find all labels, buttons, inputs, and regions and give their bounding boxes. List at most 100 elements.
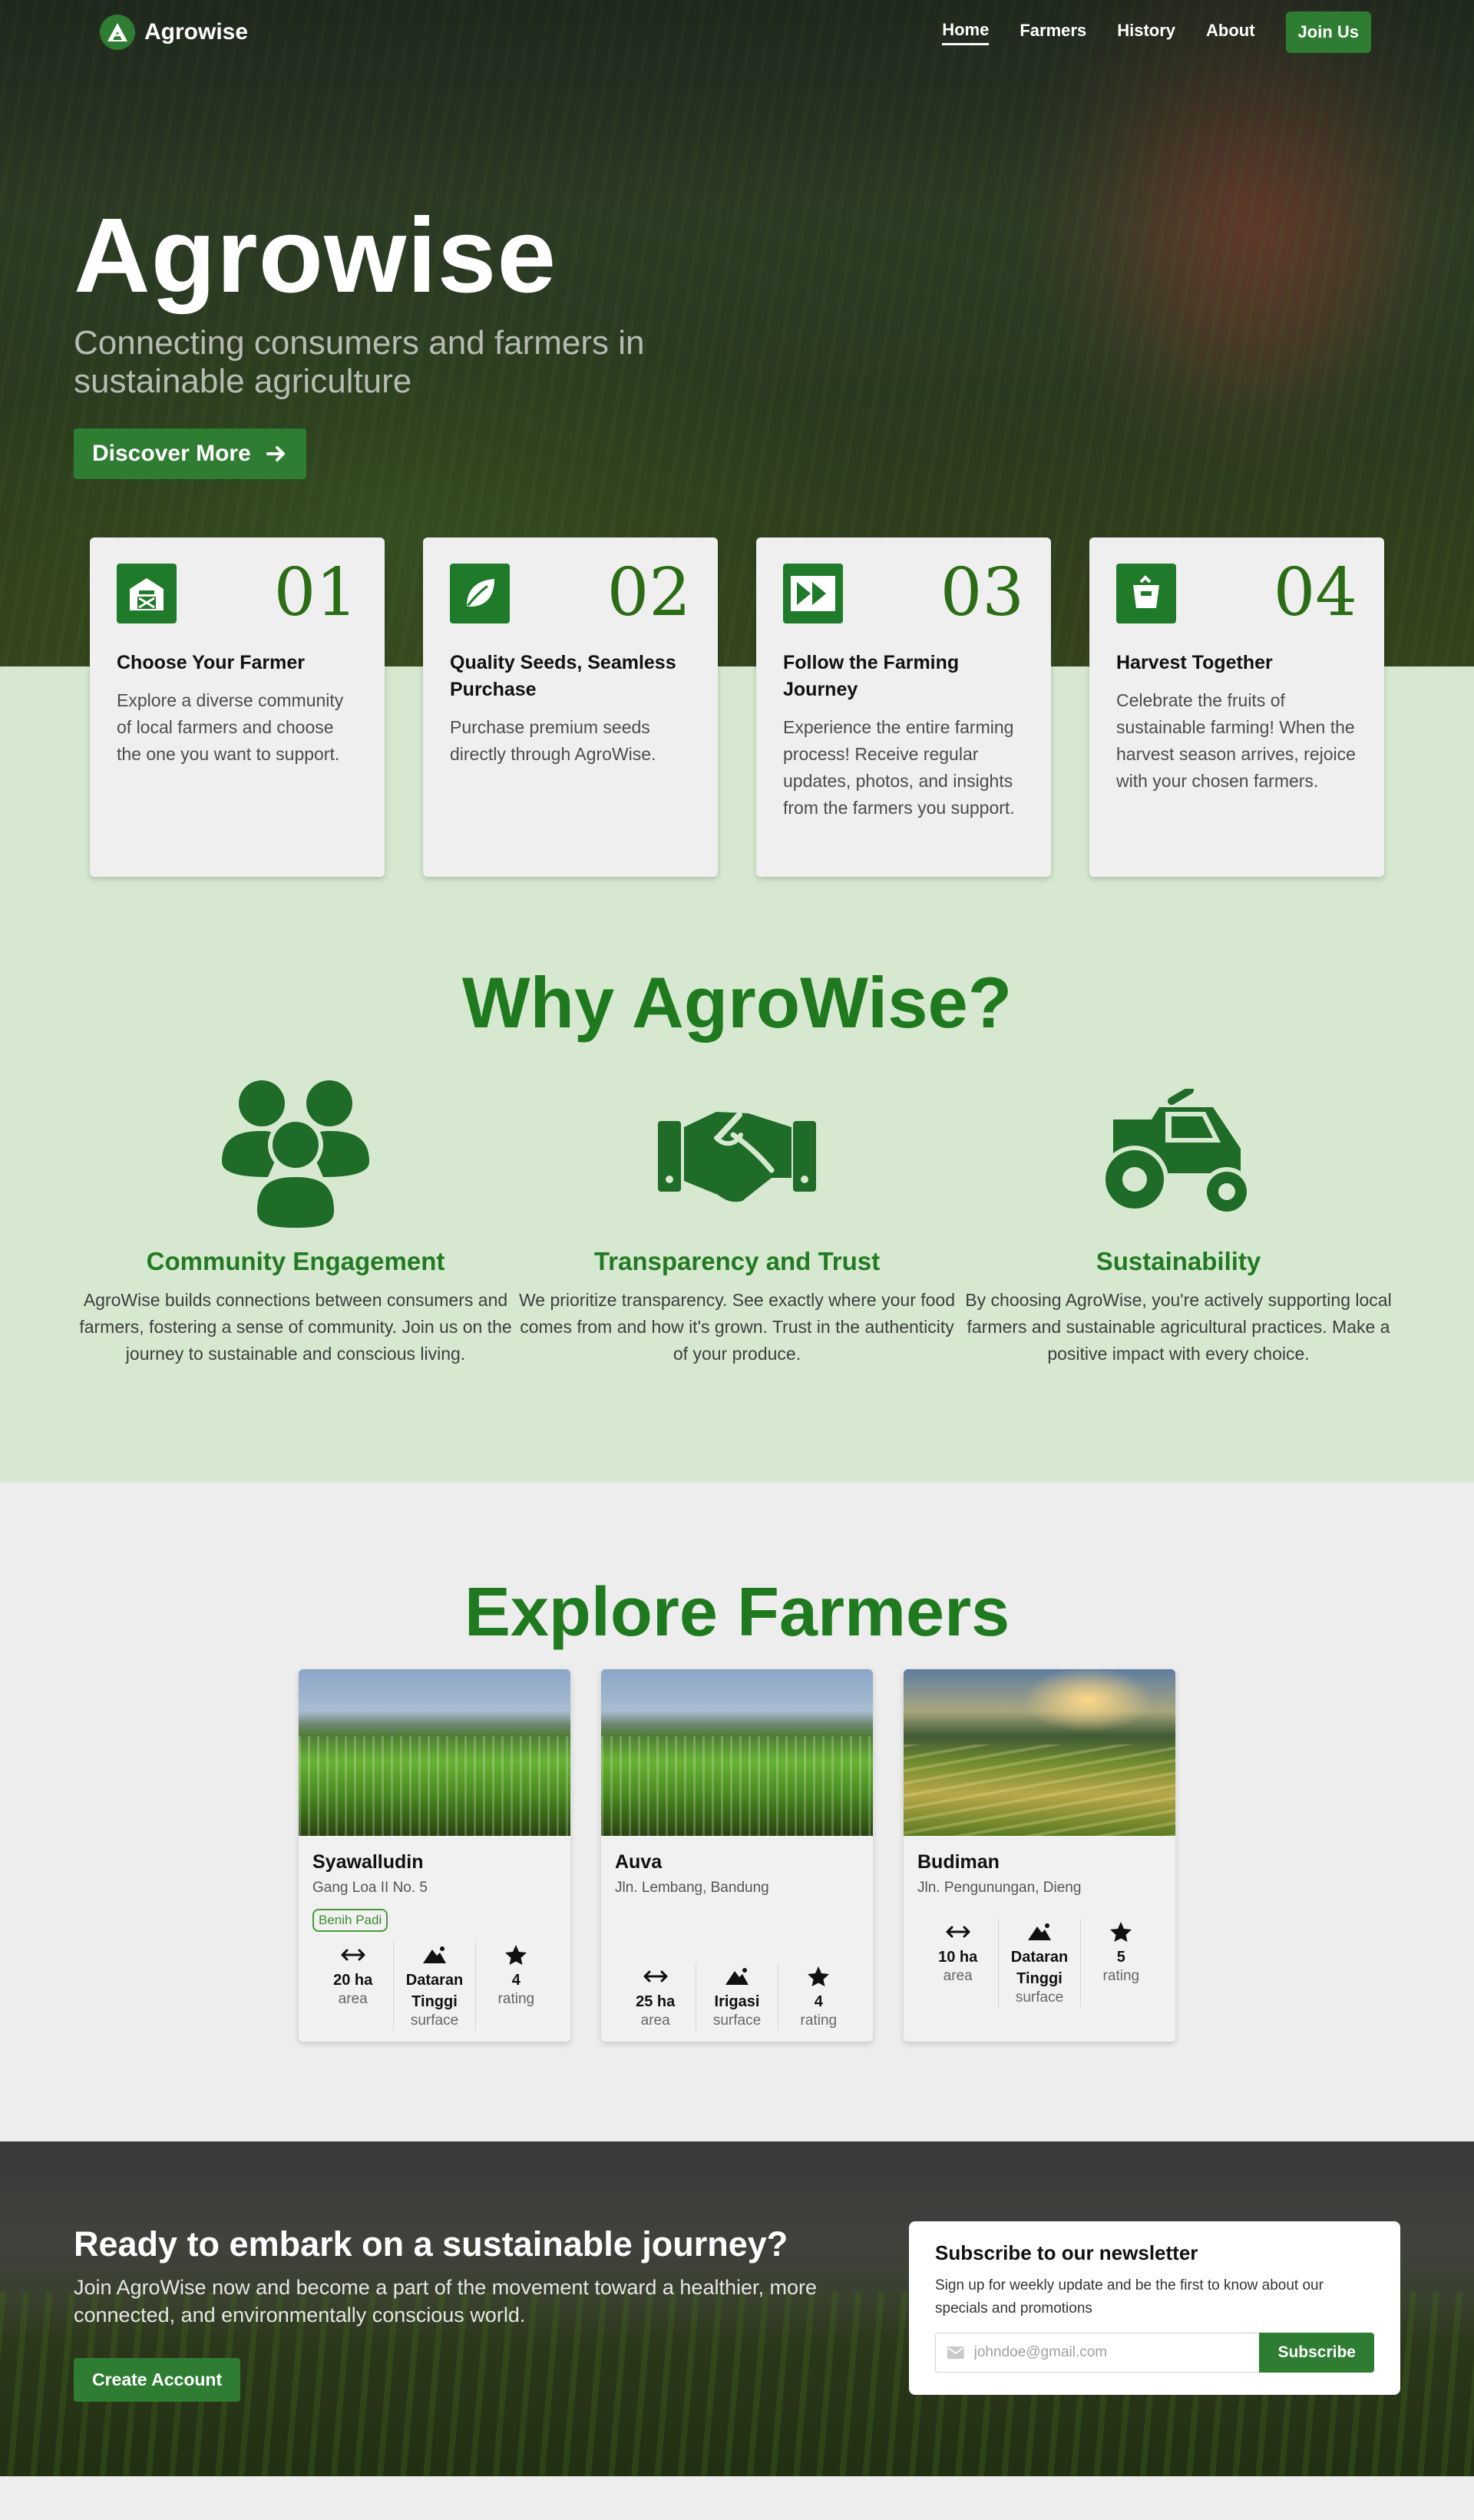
why-item: Sustainability By choosing AgroWise, you…: [960, 1070, 1397, 1367]
why-item: Community Engagement AgroWise builds con…: [77, 1070, 514, 1367]
step-title: Choose Your Farmer: [117, 652, 305, 673]
stat-area: 10 ha area: [917, 1919, 998, 2008]
arrows-horizontal-icon: [917, 1920, 998, 1943]
stat-surface: Dataran Tinggi surface: [998, 1919, 1079, 2008]
star-icon: [778, 1965, 859, 1988]
farmer-stats: 20 ha area Dataran Tinggi surface 4 rati…: [312, 1942, 557, 2031]
top-navbar: Agrowise Home Farmers History About Join…: [0, 0, 1474, 64]
create-account-button[interactable]: Create Account: [74, 2358, 241, 2402]
discover-more-button[interactable]: Discover More: [74, 428, 306, 479]
area-value: 25 ha: [636, 1993, 676, 2010]
handshake-icon: [518, 1070, 956, 1238]
join-us-button[interactable]: Join Us: [1285, 12, 1371, 53]
surface-value: Dataran Tinggi: [1010, 1949, 1069, 1987]
arrows-horizontal-icon: [312, 1943, 393, 1966]
steps-and-why-section: 01 Choose Your Farmer Explore a diverse …: [0, 537, 1474, 1483]
farmer-photo: [299, 1669, 570, 1837]
rating-value: 4: [511, 1972, 521, 1989]
farmer-name: Budiman: [917, 1851, 1000, 1873]
rating-value: 4: [814, 1993, 823, 2010]
explore-farmers-section: Explore Farmers Syawalludin Gang Loa II …: [0, 1483, 1474, 2141]
rating-value: 5: [1116, 1949, 1125, 1966]
surface-label: surface: [410, 2012, 459, 2029]
step-number: 01: [273, 554, 358, 631]
rating-label: rating: [800, 2012, 838, 2029]
area-label: area: [943, 1968, 973, 1984]
step-number: 04: [1273, 554, 1357, 631]
step-description: Celebrate the fruits of sustainable farm…: [1116, 690, 1356, 791]
nav-link-farmers[interactable]: Farmers: [1020, 21, 1086, 44]
why-item-title: Sustainability: [1096, 1247, 1261, 1275]
stat-surface: Irigasi surface: [696, 1963, 777, 2031]
brand-name: Agrowise: [144, 19, 249, 45]
barn-icon: [117, 564, 177, 623]
step-card: 03 Follow the Farming Journey Experience…: [756, 537, 1051, 877]
brand[interactable]: Agrowise: [100, 15, 248, 50]
newsletter-form: Subscribe: [935, 2333, 1374, 2373]
nav-links: Home Farmers History About Join Us: [942, 12, 1371, 53]
newsletter-description: Sign up for weekly update and be the fir…: [935, 2277, 1324, 2317]
farmer-address: Jln. Pengunungan, Dieng: [917, 1880, 1082, 1896]
why-item: Transparency and Trust We prioritize tra…: [518, 1070, 956, 1367]
stat-area: 20 ha area: [312, 1942, 393, 2031]
stat-rating: 4 rating: [474, 1942, 557, 2031]
farmer-card[interactable]: Budiman Jln. Pengunungan, Dieng 10 ha ar…: [904, 1669, 1175, 2042]
mountain-icon: [999, 1920, 1079, 1943]
why-item-description: By choosing AgroWise, you're actively su…: [965, 1290, 1392, 1364]
fast-forward-icon: [783, 564, 843, 623]
farmer-cards: Syawalludin Gang Loa II No. 5 Benih Padi…: [0, 1669, 1474, 2042]
area-value: 20 ha: [333, 1972, 373, 1989]
farmer-card[interactable]: Syawalludin Gang Loa II No. 5 Benih Padi…: [299, 1669, 570, 2042]
farmer-photo: [904, 1669, 1175, 1837]
farmers-title: Explore Farmers: [464, 1574, 1010, 1651]
step-number: 03: [940, 554, 1024, 631]
farmer-card[interactable]: Auva Jln. Lembang, Bandung 25 ha area Ir…: [601, 1669, 873, 2042]
rating-label: rating: [1102, 1968, 1140, 1984]
arrow-right-icon: [266, 446, 285, 461]
area-value: 10 ha: [938, 1949, 978, 1966]
newsletter-title: Subscribe to our newsletter: [935, 2241, 1198, 2264]
why-item-title: Transparency and Trust: [593, 1247, 881, 1275]
rating-label: rating: [497, 1991, 535, 2007]
why-item-description: AgroWise builds connections between cons…: [79, 1290, 512, 1364]
surface-value: Irigasi: [714, 1993, 760, 2010]
surface-label: surface: [712, 2012, 762, 2029]
step-title: Harvest Together: [1116, 652, 1273, 673]
subscribe-button[interactable]: Subscribe: [1259, 2333, 1374, 2373]
stat-rating: 4 rating: [777, 1963, 859, 2031]
step-card: 02 Quality Seeds, Seamless Purchase Purc…: [423, 537, 718, 877]
farmer-stats: 25 ha area Irigasi surface 4 rating: [615, 1963, 859, 2031]
nav-link-about[interactable]: About: [1206, 21, 1255, 44]
step-description: Explore a diverse community of local far…: [117, 690, 344, 764]
step-description: Purchase premium seeds directly through …: [450, 717, 656, 764]
farmer-address: Gang Loa II No. 5: [312, 1880, 428, 1896]
stat-surface: Dataran Tinggi surface: [393, 1942, 474, 2031]
farmer-photo: [601, 1669, 873, 1837]
mountain-icon: [696, 1965, 777, 1988]
stat-area: 25 ha area: [615, 1963, 696, 2031]
cta-section: Ready to embark on a sustainable journey…: [0, 2141, 1474, 2476]
why-section: Why AgroWise? Community Engagement AgroW…: [0, 877, 1474, 1483]
agrowise-logo-icon: [100, 15, 135, 50]
cta-content: Ready to embark on a sustainable journey…: [74, 2224, 864, 2402]
steps-row: 01 Choose Your Farmer Explore a diverse …: [0, 537, 1474, 877]
harvest-bag-icon: [1116, 564, 1176, 623]
why-item-title: Community Engagement: [146, 1247, 445, 1275]
star-icon: [476, 1943, 557, 1966]
mountain-icon: [394, 1943, 474, 1966]
why-columns: Community Engagement AgroWise builds con…: [0, 1070, 1474, 1367]
nav-link-home[interactable]: Home: [942, 20, 990, 45]
hero-content: Agrowise Connecting consumers and farmer…: [74, 198, 765, 479]
step-card: 01 Choose Your Farmer Explore a diverse …: [90, 537, 385, 877]
hero-title: Agrowise: [74, 197, 557, 315]
email-input[interactable]: [973, 2344, 1249, 2361]
nav-link-history[interactable]: History: [1117, 21, 1175, 44]
why-item-description: We prioritize transparency. See exactly …: [518, 1290, 956, 1364]
farmer-name: Auva: [615, 1851, 663, 1873]
step-card: 04 Harvest Together Celebrate the fruits…: [1089, 537, 1384, 877]
cta-description: Join AgroWise now and become a part of t…: [74, 2276, 818, 2327]
seed-badge: Benih Padi: [312, 1909, 388, 1932]
area-label: area: [640, 2012, 670, 2029]
farmer-address: Jln. Lembang, Bandung: [615, 1880, 769, 1896]
why-title: Why AgroWise?: [461, 962, 1013, 1043]
